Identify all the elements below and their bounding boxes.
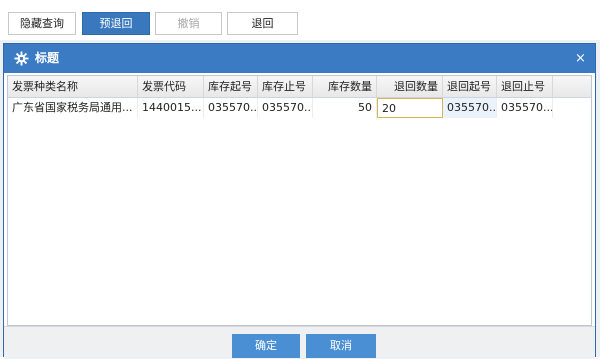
cell-invoice-code: 1440015...: [138, 98, 204, 118]
invoice-grid: 发票种类名称 发票代码 库存起号 库存止号 库存数量 退回数量 退回起号 退回止…: [7, 75, 592, 326]
col-return-qty[interactable]: 退回数量: [377, 76, 443, 97]
cell-invoice-type-name: 广东省国家税务局通用...: [8, 98, 138, 118]
col-stock-start-no[interactable]: 库存起号: [204, 76, 258, 97]
toolbar: 隐藏查询 预退回 撤销 退回: [0, 0, 600, 40]
col-stock-end-no[interactable]: 库存止号: [258, 76, 313, 97]
cell-return-end-no: 035570...: [497, 98, 553, 118]
grid-header: 发票种类名称 发票代码 库存起号 库存止号 库存数量 退回数量 退回起号 退回止…: [8, 76, 591, 98]
col-return-end-no[interactable]: 退回止号: [497, 76, 553, 97]
col-invoice-type-name[interactable]: 发票种类名称: [8, 76, 138, 97]
return-dialog: 标题 × 发票种类名称 发票代码 库存起号 库存止号 库存数量 退回数量 退回起…: [3, 43, 596, 359]
close-icon[interactable]: ×: [573, 51, 588, 66]
return-qty-input[interactable]: 20: [377, 98, 443, 118]
table-row[interactable]: 广东省国家税务局通用... 1440015... 035570... 03557…: [8, 98, 591, 118]
confirm-button[interactable]: 确定: [232, 334, 300, 358]
gear-icon: [14, 51, 29, 66]
cancel-button[interactable]: 取消: [306, 334, 376, 358]
dialog-footer: 确定 取消: [4, 326, 595, 359]
col-invoice-code[interactable]: 发票代码: [138, 76, 204, 97]
hide-query-button[interactable]: 隐藏查询: [8, 12, 76, 35]
return-button[interactable]: 退回: [227, 12, 298, 35]
cell-stock-end-no: 035570...: [258, 98, 313, 118]
cell-return-start-no: 035570...: [443, 98, 497, 118]
revoke-button[interactable]: 撤销: [155, 12, 222, 35]
dialog-titlebar: 标题 ×: [4, 44, 595, 73]
col-stock-qty[interactable]: 库存数量: [313, 76, 377, 97]
cell-stock-start-no: 035570...: [204, 98, 258, 118]
cell-stock-qty: 50: [313, 98, 377, 118]
col-return-start-no[interactable]: 退回起号: [443, 76, 497, 97]
pre-return-button[interactable]: 预退回: [82, 12, 150, 35]
dialog-title: 标题: [35, 51, 60, 65]
